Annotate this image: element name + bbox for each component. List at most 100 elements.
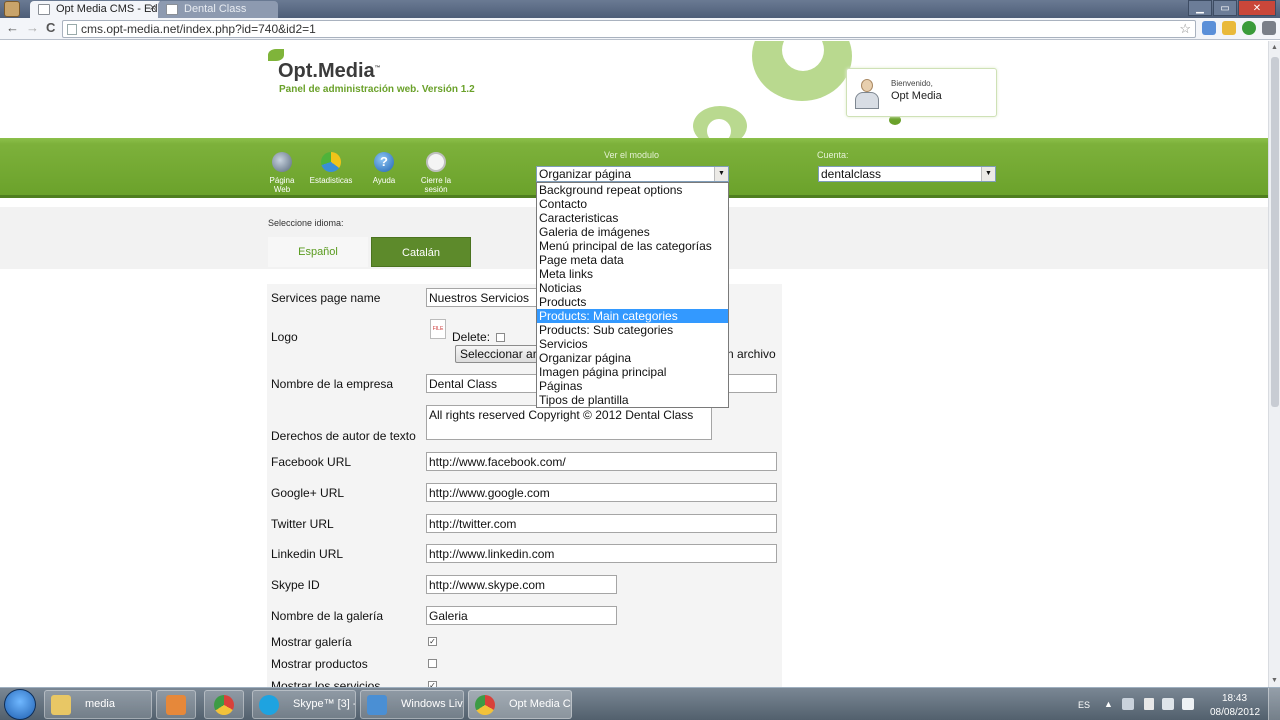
module-option[interactable]: Contacto xyxy=(537,197,728,211)
reload-button[interactable]: C xyxy=(46,20,55,35)
logout-button[interactable]: Cierre la sesión xyxy=(416,152,456,194)
page-scrollbar[interactable]: ▲ ▼ xyxy=(1268,41,1280,687)
skype-label: Skype ID xyxy=(271,578,320,592)
globe-icon xyxy=(272,152,292,172)
back-button[interactable]: ← xyxy=(6,20,19,35)
close-tab-icon[interactable]: × xyxy=(150,2,156,14)
copyright-textarea[interactable]: All rights reserved Copyright © 2012 Den… xyxy=(426,405,712,440)
module-option[interactable]: Meta links xyxy=(537,267,728,281)
show-gallery-checkbox[interactable]: ✓ xyxy=(428,637,437,646)
account-select[interactable]: dentalclass ▼ xyxy=(818,166,996,182)
close-window-button[interactable]: ✕ xyxy=(1238,0,1276,16)
linkedin-input[interactable]: http://www.linkedin.com xyxy=(426,544,777,563)
scroll-down-icon[interactable]: ▼ xyxy=(1271,677,1278,684)
url-input[interactable]: cms.opt-media.net/index.php?id=740&id2=1… xyxy=(62,20,1196,38)
google-label: Google+ URL xyxy=(271,486,345,500)
address-bar-row: ← → C cms.opt-media.net/index.php?id=740… xyxy=(0,18,1280,40)
clock-time[interactable]: 18:43 xyxy=(1222,693,1247,704)
taskbar-item-media-player[interactable] xyxy=(156,690,196,719)
delete-checkbox[interactable] xyxy=(496,333,505,342)
module-option[interactable]: Menú principal de las categorías xyxy=(537,239,728,253)
chevron-down-icon: ▼ xyxy=(714,167,728,181)
folder-icon xyxy=(51,695,71,715)
extension-icon[interactable] xyxy=(1222,21,1236,35)
media-player-icon xyxy=(166,695,186,715)
extension-icon[interactable] xyxy=(1242,21,1256,35)
module-option[interactable]: Products: Sub categories xyxy=(537,323,728,337)
pie-chart-icon xyxy=(321,152,341,172)
ayuda-button[interactable]: ? Ayuda xyxy=(368,152,400,185)
volume-icon[interactable] xyxy=(1182,698,1194,710)
module-option[interactable]: Page meta data xyxy=(537,253,728,267)
maximize-button[interactable]: ▭ xyxy=(1213,0,1237,16)
browser-tab-inactive[interactable]: Dental Class xyxy=(158,1,278,18)
welcome-greeting: Bienvenido, xyxy=(891,79,933,88)
module-option[interactable]: Background repeat options xyxy=(537,183,728,197)
page-icon xyxy=(38,4,50,15)
browser-tab-active[interactable]: Opt Media CMS - Edi × xyxy=(30,1,162,18)
windows-taskbar: media Skype™ [3] - ... Windows Liv... Op… xyxy=(0,687,1280,720)
module-option[interactable]: Páginas xyxy=(537,379,728,393)
taskbar-item-media[interactable]: media xyxy=(44,690,152,719)
wrench-menu-icon[interactable] xyxy=(1262,21,1276,35)
site-logo[interactable]: Opt.Media™ xyxy=(278,60,381,83)
url-text: cms.opt-media.net/index.php?id=740&id2=1 xyxy=(81,22,316,36)
user-avatar-icon xyxy=(855,79,879,109)
clock-date[interactable]: 08/08/2012 xyxy=(1210,707,1260,718)
language-indicator[interactable]: ES xyxy=(1078,700,1090,710)
services-label: Services page name xyxy=(271,291,381,305)
gallery-name-label: Nombre de la galería xyxy=(271,609,384,623)
bookmark-star-icon[interactable]: ☆ xyxy=(1179,21,1191,37)
skype-input[interactable]: http://www.skype.com xyxy=(426,575,617,594)
module-option[interactable]: Noticias xyxy=(537,281,728,295)
signal-icon[interactable] xyxy=(1162,698,1174,710)
pagina-web-button[interactable]: Página Web xyxy=(266,152,298,194)
show-products-label: Mostrar productos xyxy=(271,657,368,671)
show-services-label: Mostrar los servicios xyxy=(271,679,381,687)
module-option[interactable]: Tipos de plantilla xyxy=(537,393,728,407)
skype-icon xyxy=(259,695,279,715)
welcome-username: Opt Media xyxy=(891,90,942,102)
network-icon[interactable] xyxy=(1122,698,1134,710)
taskbar-item-skype[interactable]: Skype™ [3] - ... xyxy=(252,690,356,719)
twitter-input[interactable]: http://twitter.com xyxy=(426,514,777,533)
file-icon: FILE xyxy=(430,319,446,339)
user-avatar-icon[interactable] xyxy=(4,1,20,17)
forward-button[interactable]: → xyxy=(26,20,39,35)
module-option[interactable]: Galeria de imágenes xyxy=(537,225,728,239)
taskbar-item-chrome[interactable] xyxy=(204,690,244,719)
estadisticas-button[interactable]: Estadisticas xyxy=(306,152,356,185)
scroll-up-icon[interactable]: ▲ xyxy=(1271,44,1278,51)
facebook-input[interactable]: http://www.facebook.com/ xyxy=(426,452,777,471)
tab-espanol[interactable]: Español xyxy=(268,237,368,267)
battery-icon[interactable] xyxy=(1144,698,1154,710)
module-option[interactable]: Products xyxy=(537,295,728,309)
taskbar-item-windows-live[interactable]: Windows Liv... xyxy=(360,690,464,719)
tab-catalan[interactable]: Catalán xyxy=(371,237,471,267)
panel-subtitle: Panel de administración web. Versión 1.2 xyxy=(279,84,475,95)
show-gallery-label: Mostrar galería xyxy=(271,635,352,649)
module-label: Ver el modulo xyxy=(604,150,660,160)
show-hidden-icons[interactable]: ▲ xyxy=(1104,699,1113,709)
google-input[interactable]: http://www.google.com xyxy=(426,483,777,502)
module-option[interactable]: Products: Main categories xyxy=(537,309,728,323)
extension-icon[interactable] xyxy=(1202,21,1216,35)
minimize-button[interactable]: ▁ xyxy=(1188,0,1212,16)
show-desktop-button[interactable] xyxy=(1268,688,1280,720)
chrome-icon xyxy=(214,695,234,715)
scrollbar-thumb[interactable] xyxy=(1271,57,1279,407)
show-products-checkbox[interactable] xyxy=(428,659,437,668)
start-button[interactable] xyxy=(4,689,36,720)
module-option[interactable]: Caracteristicas xyxy=(537,211,728,225)
taskbar-item-opt-media[interactable]: Opt Media C... xyxy=(468,690,572,719)
module-option[interactable]: Servicios xyxy=(537,337,728,351)
module-option[interactable]: Organizar página xyxy=(537,351,728,365)
gallery-name-input[interactable]: Galeria xyxy=(426,606,617,625)
choose-file-button[interactable]: Seleccionar ar xyxy=(455,345,541,363)
clock-icon xyxy=(426,152,446,172)
module-select[interactable]: Organizar página ▼ xyxy=(536,166,729,182)
help-icon: ? xyxy=(374,152,394,172)
tab-title: Dental Class xyxy=(184,3,247,15)
module-option[interactable]: Imagen página principal xyxy=(537,365,728,379)
facebook-label: Facebook URL xyxy=(271,455,352,469)
